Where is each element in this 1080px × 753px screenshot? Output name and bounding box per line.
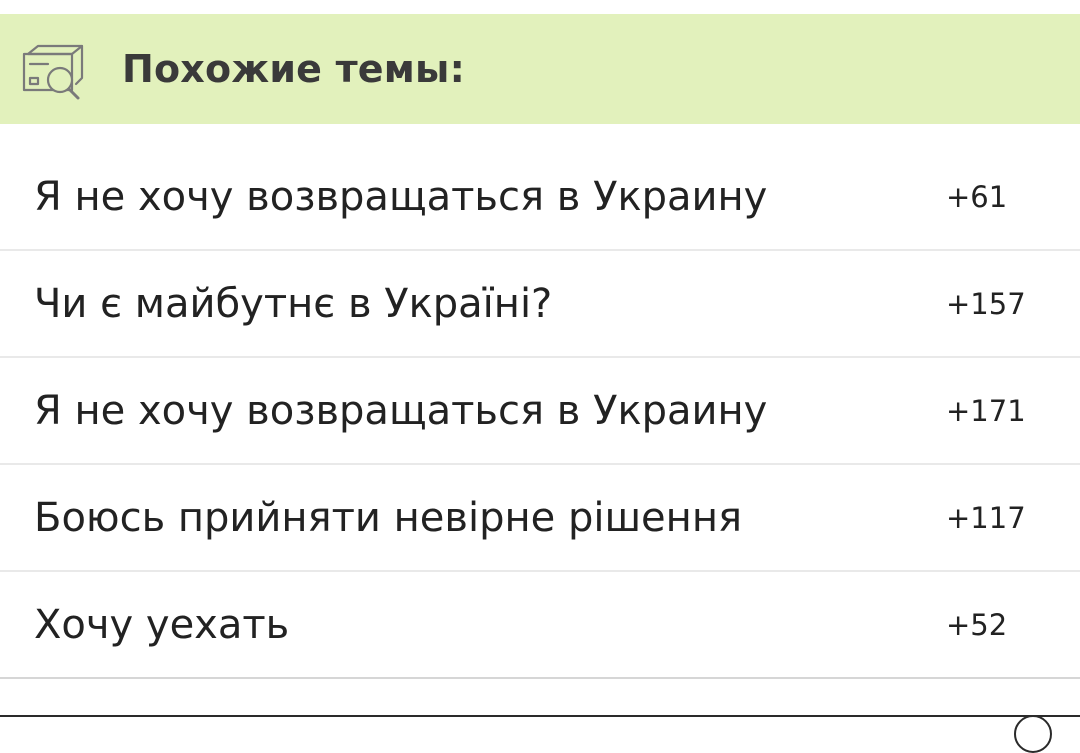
page-title: Похожие темы: bbox=[122, 47, 465, 91]
bottom-input-edge bbox=[0, 715, 1080, 753]
topic-count: +171 bbox=[946, 393, 1026, 428]
topic-count: +61 bbox=[946, 179, 1008, 214]
top-spacer bbox=[0, 0, 1080, 14]
topic-title[interactable]: Хочу уехать bbox=[34, 602, 289, 648]
topic-title[interactable]: Я не хочу возвращаться в Украину bbox=[34, 174, 767, 220]
topic-count: +157 bbox=[946, 286, 1026, 321]
topic-count: +52 bbox=[946, 607, 1008, 642]
topic-row[interactable]: Я не хочу возвращаться в Украину +61 bbox=[0, 144, 1080, 251]
topic-row[interactable]: Хочу уехать +52 bbox=[0, 572, 1080, 679]
circle-icon bbox=[1014, 715, 1052, 753]
topic-row[interactable]: Я не хочу возвращаться в Украину +171 bbox=[0, 358, 1080, 465]
related-topics-list: Я не хочу возвращаться в Украину +61 Чи … bbox=[0, 144, 1080, 679]
topic-row[interactable]: Чи є майбутнє в Україні? +157 bbox=[0, 251, 1080, 358]
topic-title[interactable]: Чи є майбутнє в Україні? bbox=[34, 281, 552, 327]
topic-row[interactable]: Боюсь прийняти невірне рішення +117 bbox=[0, 465, 1080, 572]
related-topics-icon bbox=[18, 32, 92, 106]
topic-title[interactable]: Боюсь прийняти невірне рішення bbox=[34, 495, 742, 541]
topic-count: +117 bbox=[946, 500, 1026, 535]
topic-title[interactable]: Я не хочу возвращаться в Украину bbox=[34, 388, 767, 434]
related-topics-header: Похожие темы: bbox=[0, 14, 1080, 124]
